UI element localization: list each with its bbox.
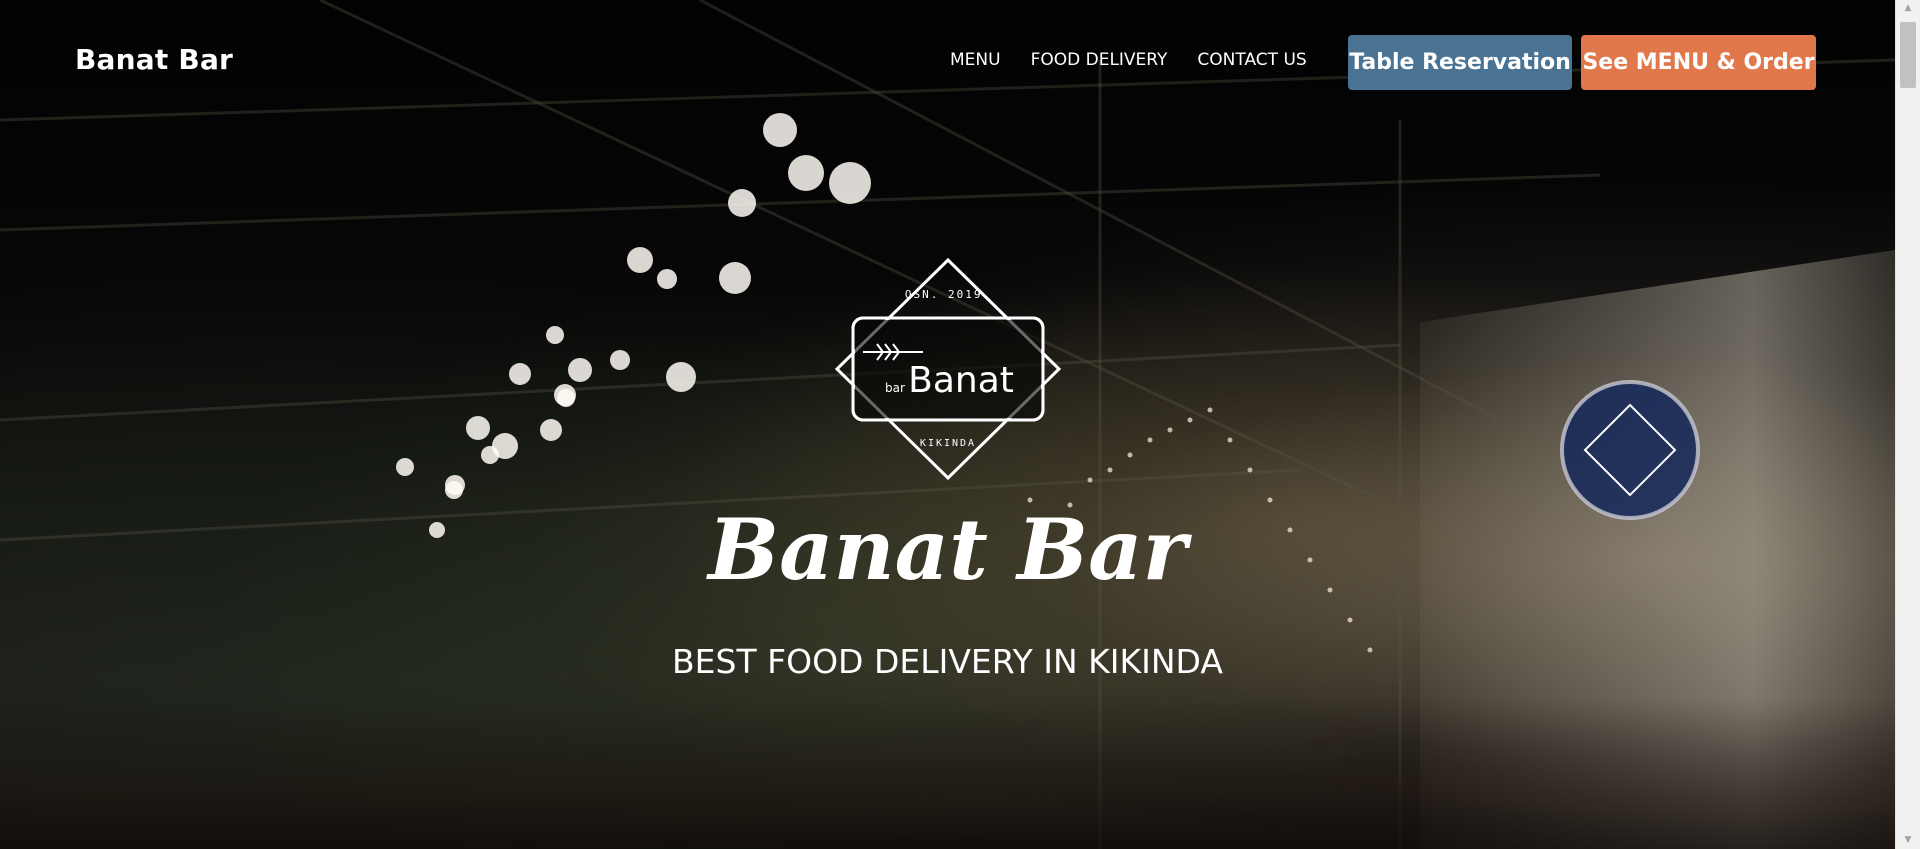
nav-link-contact-us[interactable]: CONTACT US — [1197, 50, 1306, 70]
arrow-up-icon[interactable]: ▲ — [1896, 0, 1920, 17]
logo-city-text: KIKINDA — [920, 438, 976, 449]
nav-link-food-delivery[interactable]: FOOD DELIVERY — [1031, 50, 1168, 70]
scrollbar-thumb[interactable] — [1900, 22, 1916, 88]
table-reservation-button[interactable]: Table Reservation — [1348, 35, 1572, 90]
background-crowd — [0, 699, 1895, 849]
hero-section: Banat Bar MENU FOOD DELIVERY CONTACT US … — [0, 0, 1895, 849]
arrow-down-icon[interactable]: ▼ — [1896, 832, 1920, 849]
nav-link-menu[interactable]: MENU — [950, 50, 1001, 70]
banat-bar-logo: OSN. 2019. bar Banat KIKINDA — [834, 257, 1062, 481]
see-menu-order-button[interactable]: See MENU & Order — [1581, 35, 1816, 90]
hero-title: Banat Bar — [708, 500, 1187, 599]
logo-small-text: bar — [885, 381, 905, 395]
browser-viewport: Banat Bar MENU FOOD DELIVERY CONTACT US … — [0, 0, 1920, 849]
site-header: Banat Bar MENU FOOD DELIVERY CONTACT US … — [0, 0, 1895, 125]
main-navigation: MENU FOOD DELIVERY CONTACT US — [950, 50, 1337, 70]
logo-main-text: Banat — [908, 360, 1014, 401]
page-scrollbar[interactable]: ▲ ▼ — [1895, 0, 1920, 849]
hero-subtitle: BEST FOOD DELIVERY IN KIKINDA — [672, 642, 1223, 681]
logo-established-text: OSN. 2019. — [905, 288, 991, 301]
brand-logo-link[interactable]: Banat Bar — [75, 43, 233, 76]
